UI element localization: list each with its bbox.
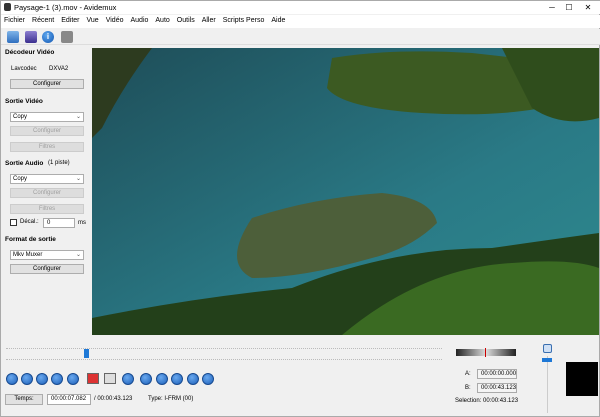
chevron-down-icon: ⌄ bbox=[75, 252, 81, 258]
menu-auto[interactable]: Auto bbox=[152, 15, 173, 28]
menu-vue[interactable]: Vue bbox=[84, 15, 103, 28]
audio-meter bbox=[566, 362, 598, 396]
muxer-select[interactable]: Mkv Muxer ⌄ bbox=[10, 250, 84, 260]
left-panel: Décodeur Vidéo Lavcodec DXVA2 Configurer… bbox=[1, 46, 91, 336]
volume-icon[interactable] bbox=[543, 344, 552, 353]
set-marker-a-icon[interactable] bbox=[87, 373, 99, 384]
last-frame-icon[interactable] bbox=[202, 373, 214, 385]
menu-editer[interactable]: Editer bbox=[58, 15, 83, 28]
menu-audio[interactable]: Audio bbox=[127, 15, 152, 28]
audio-codec-value: Copy bbox=[13, 176, 28, 182]
video-codec-value: Copy bbox=[13, 114, 28, 120]
video-out-heading: Sortie Vidéo bbox=[5, 98, 43, 105]
chevron-down-icon: ⌄ bbox=[75, 176, 81, 182]
title-bar: Paysage-1 (3).mov - Avidemux ─ ☐ ✕ bbox=[1, 1, 600, 14]
menu-aller[interactable]: Aller bbox=[199, 15, 220, 28]
seek-slider-thumb[interactable] bbox=[84, 349, 90, 358]
previous-frame-icon[interactable] bbox=[21, 373, 33, 385]
app-icon bbox=[4, 3, 11, 11]
decoder-codec: Lavcodec bbox=[11, 66, 37, 72]
jog-shuttle[interactable] bbox=[456, 348, 516, 357]
menu-aide[interactable]: Aide bbox=[268, 15, 289, 28]
window-title: Paysage-1 (3).mov - Avidemux bbox=[14, 3, 117, 12]
format-configure-button[interactable]: Configurer bbox=[10, 264, 84, 274]
audio-configure-button[interactable]: Configurer bbox=[10, 188, 84, 198]
menu-scripts-perso[interactable]: Scripts Perso bbox=[220, 15, 269, 28]
play-icon[interactable] bbox=[6, 373, 18, 385]
video-codec-select[interactable]: Copy ⌄ bbox=[10, 112, 84, 122]
set-marker-b-icon[interactable] bbox=[104, 373, 116, 384]
audio-codec-select[interactable]: Copy ⌄ bbox=[10, 174, 84, 184]
chevron-down-icon: ⌄ bbox=[75, 114, 81, 120]
marker-a-value: 00:00:00.000 bbox=[477, 369, 517, 379]
goto-marker-b-icon[interactable] bbox=[171, 373, 183, 385]
muxer-value: Mkv Muxer bbox=[13, 252, 43, 258]
time-button[interactable]: Temps: bbox=[5, 394, 43, 405]
marker-b-value: 00:00:43.123 bbox=[477, 383, 517, 393]
minimize-button[interactable]: ─ bbox=[545, 2, 559, 13]
previous-black-frame-icon[interactable] bbox=[122, 373, 134, 385]
selection-duration: Selection: 00:00:43.123 bbox=[455, 398, 519, 404]
seek-track-top bbox=[6, 348, 442, 349]
maximize-button[interactable]: ☐ bbox=[562, 2, 576, 13]
frame-type: Type: I-FRM (00) bbox=[148, 396, 194, 402]
video-configure-button[interactable]: Configurer bbox=[10, 126, 84, 136]
audio-filters-button[interactable]: Filtres bbox=[10, 204, 84, 214]
goto-marker-a-icon[interactable] bbox=[156, 373, 168, 385]
menu-bar: Fichier Récent Editer Vue Vidéo Audio Au… bbox=[1, 15, 600, 28]
close-button[interactable]: ✕ bbox=[581, 2, 595, 13]
next-keyframe-icon[interactable] bbox=[67, 373, 79, 385]
save-icon[interactable] bbox=[25, 31, 37, 43]
decoder-configure-button[interactable]: Configurer bbox=[10, 79, 84, 89]
total-time: / 00:00:43.123 bbox=[94, 396, 133, 402]
toolbar: i bbox=[1, 29, 600, 45]
menu-outils[interactable]: Outils bbox=[174, 15, 199, 28]
current-time-input[interactable]: 00:00:07.082 bbox=[47, 394, 91, 405]
first-frame-icon[interactable] bbox=[187, 373, 199, 385]
shift-unit: ms bbox=[78, 220, 86, 226]
shift-label: Décal.: bbox=[20, 219, 39, 225]
next-black-frame-icon[interactable] bbox=[140, 373, 152, 385]
format-heading: Format de sortie bbox=[5, 236, 56, 243]
volume-slider-thumb[interactable] bbox=[542, 358, 552, 362]
audio-out-heading: Sortie Audio bbox=[5, 160, 44, 167]
decoder-heading: Décodeur Vidéo bbox=[5, 49, 55, 56]
calculator-icon[interactable] bbox=[61, 31, 73, 43]
marker-b-label: B: bbox=[465, 385, 471, 391]
jog-indicator bbox=[485, 348, 486, 357]
volume-slider-track bbox=[547, 356, 548, 413]
open-icon[interactable] bbox=[7, 31, 19, 43]
menu-recent[interactable]: Récent bbox=[29, 15, 58, 28]
video-filters-button[interactable]: Filtres bbox=[10, 142, 84, 152]
decoder-accel: DXVA2 bbox=[49, 66, 69, 72]
previous-keyframe-icon[interactable] bbox=[51, 373, 63, 385]
shift-checkbox[interactable] bbox=[10, 219, 17, 226]
next-frame-icon[interactable] bbox=[36, 373, 48, 385]
audio-tracks: (1 piste) bbox=[48, 160, 70, 166]
menu-fichier[interactable]: Fichier bbox=[1, 15, 29, 28]
video-frame bbox=[92, 48, 599, 335]
shift-input[interactable]: 0 bbox=[43, 218, 75, 228]
marker-a-label: A: bbox=[465, 371, 471, 377]
menu-video[interactable]: Vidéo bbox=[103, 15, 128, 28]
seek-track-bottom bbox=[6, 359, 442, 360]
video-preview bbox=[92, 48, 599, 335]
info-icon[interactable]: i bbox=[42, 31, 54, 43]
